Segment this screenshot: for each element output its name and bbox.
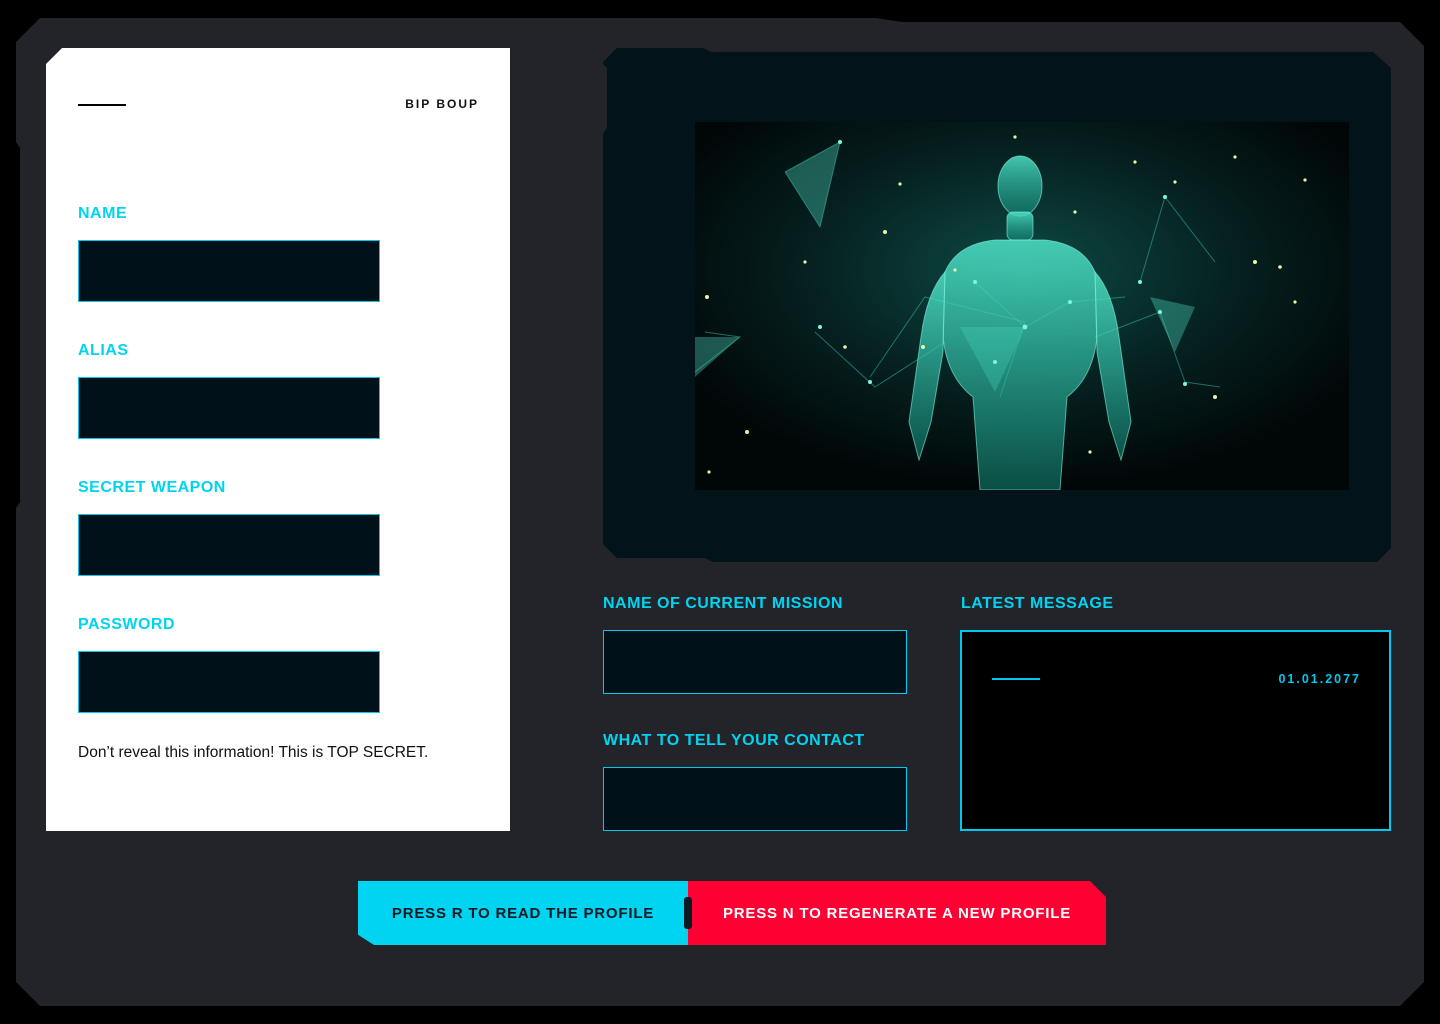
read-profile-button[interactable]: PRESS R TO READ THE PROFILE [358, 881, 688, 945]
name-field[interactable] [78, 240, 380, 302]
alias-field[interactable] [78, 377, 380, 439]
hologram-illustration [695, 122, 1349, 490]
message-date: 01.01.2077 [1278, 672, 1361, 686]
mission-name-input[interactable] [604, 631, 906, 693]
alias-label: ALIAS [78, 342, 129, 359]
secret-weapon-input[interactable] [79, 515, 379, 575]
latest-message-box: 01.01.2077 [960, 630, 1391, 831]
name-label: NAME [78, 205, 128, 222]
contact-message-input[interactable] [604, 768, 906, 830]
media-panel [603, 48, 1391, 562]
contact-message-label: WHAT TO TELL YOUR CONTACT [603, 732, 865, 749]
contact-message-field[interactable] [603, 767, 907, 831]
password-input[interactable] [79, 652, 379, 712]
hologram-image [695, 122, 1349, 490]
latest-message-label: LATEST MESSAGE [961, 595, 1114, 612]
secret-note: Don’t reveal this information! This is T… [78, 744, 429, 761]
name-input[interactable] [79, 241, 379, 301]
secret-weapon-label: SECRET WEAPON [78, 479, 226, 496]
card-tag: BIP BOUP [405, 97, 479, 111]
mission-name-field[interactable] [603, 630, 907, 694]
card-divider [78, 104, 126, 106]
button-divider [684, 897, 692, 929]
alias-input[interactable] [79, 378, 379, 438]
regenerate-profile-button[interactable]: PRESS N TO REGENERATE A NEW PROFILE [688, 881, 1106, 945]
password-field[interactable] [78, 651, 380, 713]
secret-weapon-field[interactable] [78, 514, 380, 576]
message-divider [992, 678, 1040, 680]
profile-card: BIP BOUP NAME ALIAS SECRET WEAPON PASSWO… [46, 48, 510, 831]
password-label: PASSWORD [78, 616, 176, 633]
mission-name-label: NAME OF CURRENT MISSION [603, 595, 843, 612]
